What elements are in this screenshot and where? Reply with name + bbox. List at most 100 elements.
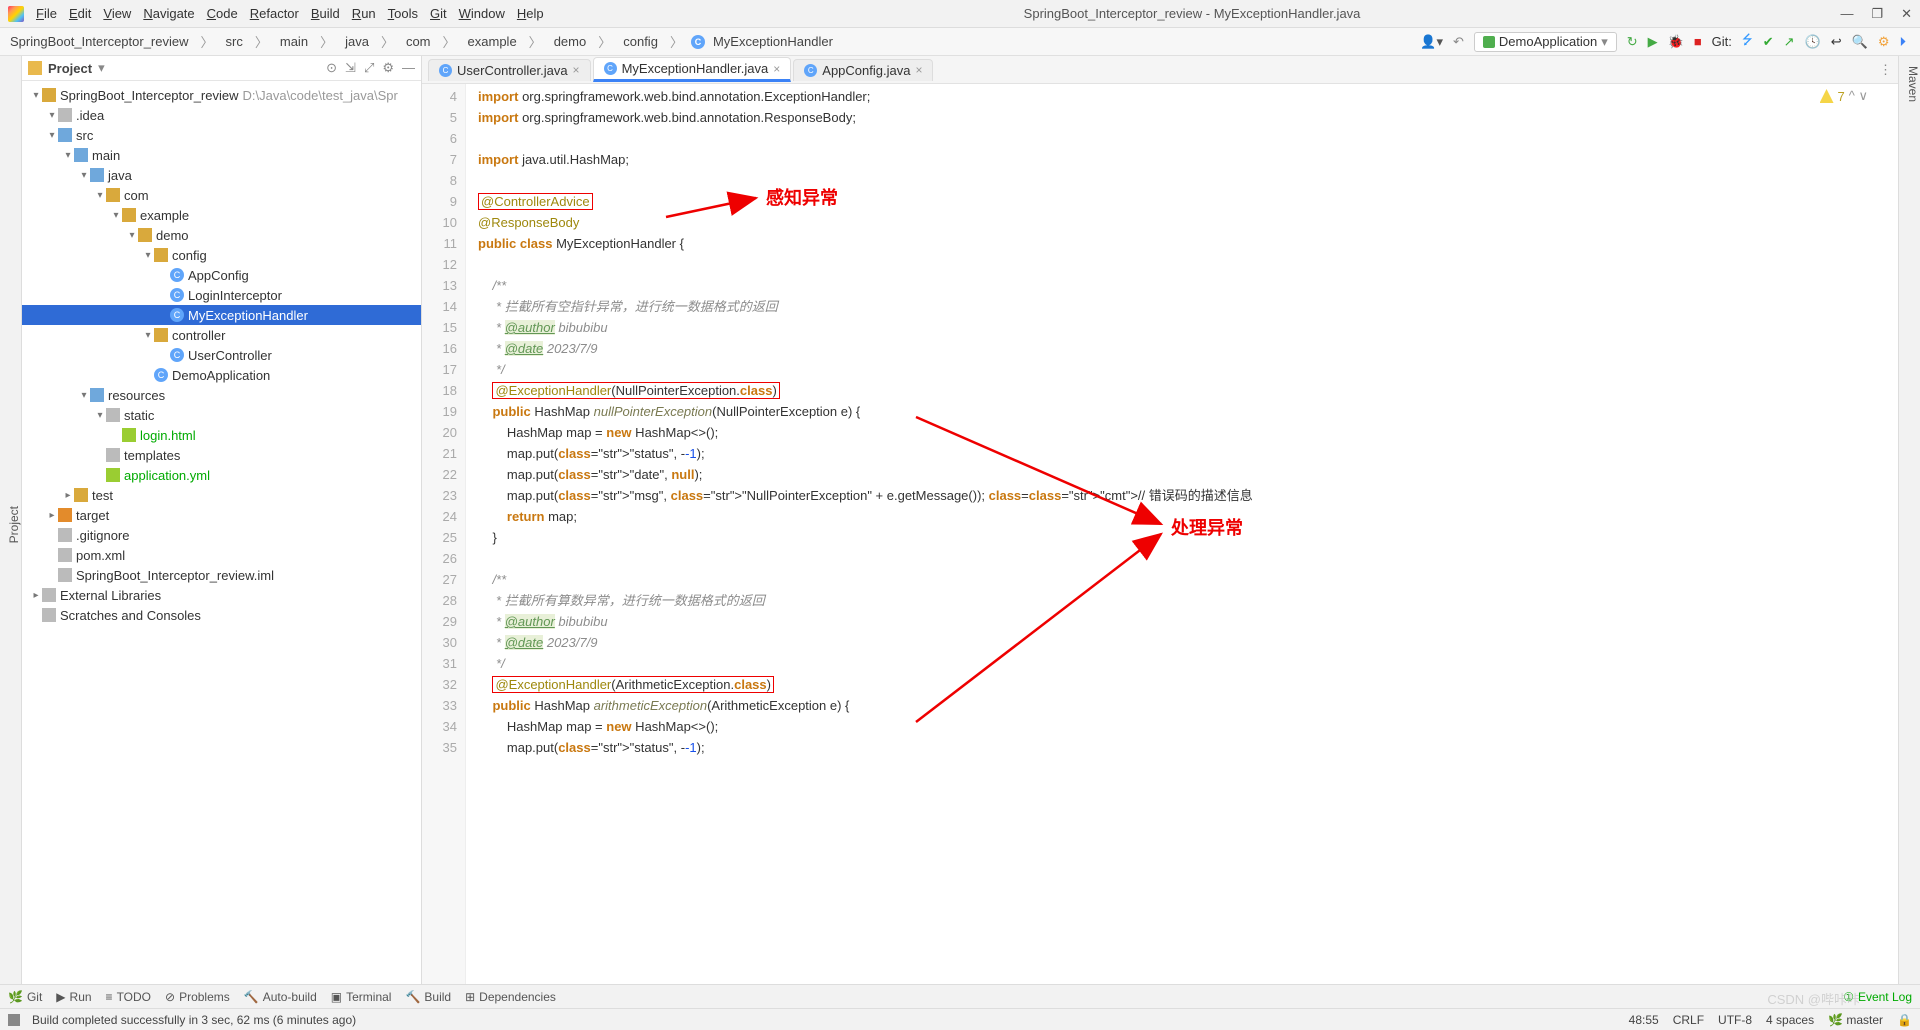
tab-close-icon[interactable]: × [773,62,780,76]
hide-icon[interactable]: — [402,60,415,76]
encoding[interactable]: UTF-8 [1718,1013,1752,1027]
tw-terminal[interactable]: ▣ Terminal [331,990,392,1004]
menu-refactor[interactable]: Refactor [250,6,299,21]
tree-static[interactable]: ▾static [22,405,421,425]
tree-main[interactable]: ▾main [22,145,421,165]
menu-run[interactable]: Run [352,6,376,21]
tree-LoginInterceptor[interactable]: CLoginInterceptor [22,285,421,305]
tree-controller[interactable]: ▾controller [22,325,421,345]
tree-SpringBoot_Interceptor_review[interactable]: ▾SpringBoot_Interceptor_reviewD:\Java\co… [22,85,421,105]
menu-window[interactable]: Window [459,6,505,21]
tree-pom.xml[interactable]: pom.xml [22,545,421,565]
tw-build[interactable]: 🔨 Build [405,990,451,1004]
ide-gear-icon[interactable]: ⚙ [1878,34,1890,50]
tree-com[interactable]: ▾com [22,185,421,205]
tree-AppConfig[interactable]: CAppConfig [22,265,421,285]
menu-edit[interactable]: Edit [69,6,91,21]
select-opened-icon[interactable]: ⊙ [326,60,337,76]
tree-target[interactable]: ▸target [22,505,421,525]
menu-file[interactable]: File [36,6,57,21]
crumb-5[interactable]: example [464,34,521,49]
user-icon[interactable]: 👤▾ [1420,34,1443,50]
tab-MyExceptionHandler.java[interactable]: CMyExceptionHandler.java× [593,57,792,82]
breadcrumb[interactable]: SpringBoot_Interceptor_review〉src〉main〉j… [6,32,837,51]
more-icon[interactable]: ⏵ [1900,34,1907,50]
history-icon[interactable]: 🕓 [1805,34,1821,50]
menu-navigate[interactable]: Navigate [143,6,194,21]
tree-templates[interactable]: templates [22,445,421,465]
crumb-7[interactable]: config [619,34,662,49]
tree-config[interactable]: ▾config [22,245,421,265]
collapse-icon[interactable]: ⤢ [364,60,374,76]
tree-DemoApplication[interactable]: CDemoApplication [22,365,421,385]
tree-External Libraries[interactable]: ▸External Libraries [22,585,421,605]
editor-tabs-more-icon[interactable]: ⋮ [1879,62,1892,78]
crumb-4[interactable]: com [402,34,435,49]
tree-Scratches and Consoles[interactable]: Scratches and Consoles [22,605,421,625]
tree-src[interactable]: ▾src [22,125,421,145]
run-config-selector[interactable]: DemoApplication ▾ [1474,32,1617,52]
tree-UserController[interactable]: CUserController [22,345,421,365]
tab-AppConfig.java[interactable]: CAppConfig.java× [793,59,933,81]
left-tab-project[interactable]: Project [7,506,21,543]
run-button[interactable]: ▶ [1648,34,1658,50]
menu-tools[interactable]: Tools [388,6,418,21]
tree-java[interactable]: ▾java [22,165,421,185]
crumb-1[interactable]: src [222,34,247,49]
crumb-6[interactable]: demo [550,34,591,49]
tree-SpringBoot_Interceptor_review.iml[interactable]: SpringBoot_Interceptor_review.iml [22,565,421,585]
project-tree[interactable]: ▾SpringBoot_Interceptor_reviewD:\Java\co… [22,81,421,984]
indent[interactable]: 4 spaces [1766,1013,1814,1027]
crumb-8[interactable]: MyExceptionHandler [709,34,837,49]
crumb-3[interactable]: java [341,34,373,49]
tw-todo[interactable]: ≡ TODO [106,990,151,1004]
crumb-0[interactable]: SpringBoot_Interceptor_review [6,34,193,49]
code-content[interactable]: import org.springframework.web.bind.anno… [466,84,1898,984]
menu-build[interactable]: Build [311,6,340,21]
tw-problems[interactable]: ⊘ Problems [165,990,230,1004]
rollback-icon[interactable]: ↩ [1831,34,1842,50]
stop-button[interactable]: ■ [1694,34,1702,49]
search-icon[interactable]: 🔍 [1852,34,1868,50]
tab-close-icon[interactable]: × [573,63,580,77]
line-sep[interactable]: CRLF [1673,1013,1704,1027]
menu-view[interactable]: View [103,6,131,21]
tree-MyExceptionHandler[interactable]: CMyExceptionHandler [22,305,421,325]
project-panel-title[interactable]: Project [48,61,92,76]
tree-test[interactable]: ▸test [22,485,421,505]
debug-button[interactable]: 🐞 [1668,34,1684,50]
tw-dependencies[interactable]: ⊞ Dependencies [465,990,556,1004]
crumb-2[interactable]: main [276,34,312,49]
tw-run[interactable]: ▶ Run [56,990,91,1004]
tree-resources[interactable]: ▾resources [22,385,421,405]
git-commit-icon[interactable]: ✔ [1763,34,1774,50]
gear-icon[interactable]: ⚙ [382,60,394,76]
git-branch[interactable]: 🌿 master [1828,1013,1883,1027]
git-push-icon[interactable]: ↗ [1784,34,1795,50]
code-scroll[interactable]: 4567891011121314151617181920212223242526… [422,84,1898,984]
tw-git[interactable]: 🌿 Git [8,990,42,1004]
back-arrow-icon[interactable]: ↶ [1453,34,1464,50]
reload-button[interactable]: ↻ [1627,34,1638,50]
tree-application.yml[interactable]: application.yml [22,465,421,485]
expand-icon[interactable]: ⇲ [345,60,356,76]
caret-position[interactable]: 48:55 [1629,1013,1659,1027]
menu-code[interactable]: Code [207,6,238,21]
menu-help[interactable]: Help [517,6,544,21]
tree-login.html[interactable]: login.html [22,425,421,445]
tree-demo[interactable]: ▾demo [22,225,421,245]
tw-autobuild[interactable]: 🔨 Auto-build [244,990,317,1004]
inspection-indicator[interactable]: 7 ^ ∨ [1820,88,1868,104]
minimize-button[interactable]: — [1840,6,1853,22]
status-square-icon[interactable] [8,1014,20,1026]
tree-.idea[interactable]: ▾.idea [22,105,421,125]
tab-UserController.java[interactable]: CUserController.java× [428,59,591,81]
tree-example[interactable]: ▾example [22,205,421,225]
menu-git[interactable]: Git [430,6,447,21]
maximize-button[interactable]: ❐ [1871,6,1883,22]
close-button[interactable]: ✕ [1901,6,1912,22]
lock-icon[interactable]: 🔒 [1897,1013,1912,1027]
git-update-icon[interactable]: ⭍ [1742,31,1753,53]
right-tab-maven[interactable]: Maven [1899,66,1920,102]
tab-close-icon[interactable]: × [915,63,922,77]
